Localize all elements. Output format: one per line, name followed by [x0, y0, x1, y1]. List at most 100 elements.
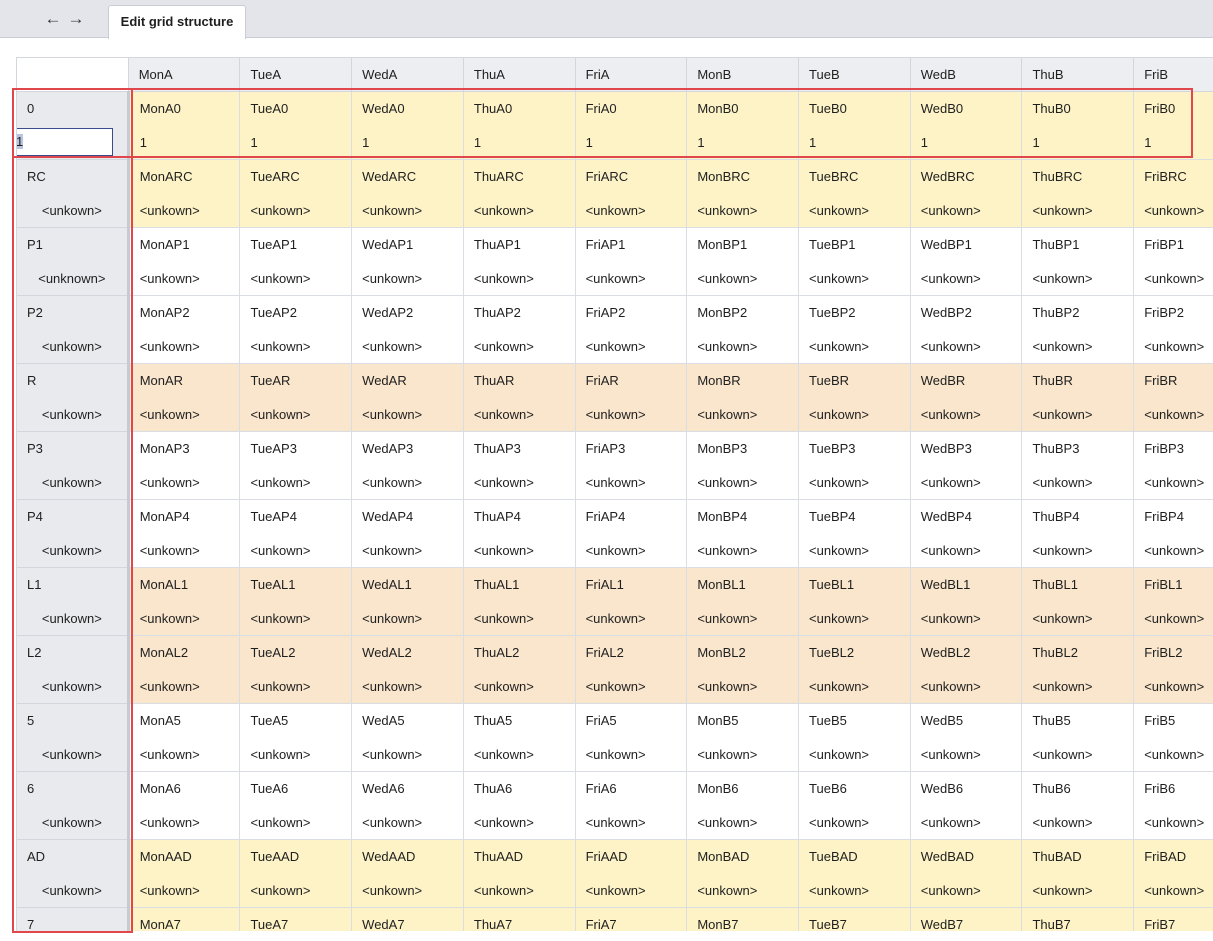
grid-cell-value[interactable]: <unkown>: [1021, 329, 1135, 364]
grid-cell-code[interactable]: FriA0: [574, 91, 688, 126]
grid-cell-value[interactable]: <unkown>: [574, 805, 688, 840]
grid-cell-value[interactable]: 1: [1021, 125, 1135, 160]
grid-cell-value[interactable]: <unkown>: [1021, 805, 1135, 840]
grid-cell-code[interactable]: TueB5: [798, 703, 911, 738]
grid-cell-code[interactable]: ThuB7: [1021, 907, 1135, 931]
grid-cell-value[interactable]: <unkown>: [686, 601, 800, 636]
grid-cell-code[interactable]: MonAAD: [127, 839, 241, 874]
grid-cell-code[interactable]: FriAP3: [574, 431, 688, 466]
column-header[interactable]: TueB: [798, 57, 911, 92]
grid-cell-code[interactable]: TueBP2: [798, 295, 911, 330]
row-header-label[interactable]: 7: [16, 907, 130, 931]
grid-cell-code[interactable]: WedBR: [909, 363, 1023, 398]
row-header-value[interactable]: <unkown>: [16, 465, 130, 500]
grid-cell-code[interactable]: FriA6: [574, 771, 688, 806]
grid-cell-code[interactable]: FriBR: [1133, 363, 1213, 398]
grid-cell-value[interactable]: <unkown>: [798, 329, 911, 364]
grid-cell-code[interactable]: ThuAP1: [462, 227, 576, 262]
row-header-value[interactable]: <unkown>: [16, 601, 130, 636]
grid-cell-code[interactable]: MonBL1: [686, 567, 800, 602]
grid-cell-value[interactable]: <unkown>: [686, 397, 800, 432]
grid-cell-value[interactable]: <unkown>: [351, 397, 464, 432]
grid-cell-value[interactable]: <unkown>: [462, 737, 576, 772]
grid-cell-value[interactable]: <unkown>: [909, 261, 1023, 296]
grid-cell-code[interactable]: TueAP1: [239, 227, 353, 262]
row-header-value[interactable]: <unkown>: [16, 193, 130, 228]
grid-cell-value[interactable]: 1: [909, 125, 1023, 160]
grid-cell-value[interactable]: <unkown>: [239, 737, 353, 772]
grid-cell-code[interactable]: MonBP1: [686, 227, 800, 262]
column-header[interactable]: ThuA: [462, 57, 576, 92]
grid-cell-value[interactable]: <unkown>: [1133, 669, 1213, 704]
grid-cell-code[interactable]: WedB6: [909, 771, 1023, 806]
grid-cell-code[interactable]: TueB0: [798, 91, 911, 126]
grid-cell-code[interactable]: ThuB5: [1021, 703, 1135, 738]
grid-cell-value[interactable]: <unkown>: [1133, 261, 1213, 296]
grid-cell-value[interactable]: <unkown>: [574, 465, 688, 500]
grid-cell-value[interactable]: <unkown>: [351, 737, 464, 772]
grid-cell-code[interactable]: WedAP2: [351, 295, 464, 330]
column-header[interactable]: FriA: [574, 57, 688, 92]
grid-cell-value[interactable]: <unkown>: [798, 465, 911, 500]
grid-cell-code[interactable]: FriBAD: [1133, 839, 1213, 874]
grid-cell-code[interactable]: WedA5: [351, 703, 464, 738]
grid-cell-value[interactable]: <unkown>: [909, 533, 1023, 568]
grid-cell-code[interactable]: TueA5: [239, 703, 353, 738]
grid-cell-value[interactable]: <unkown>: [351, 805, 464, 840]
grid-cell-value[interactable]: <unkown>: [127, 193, 241, 228]
grid-cell-value[interactable]: <unkown>: [1133, 805, 1213, 840]
grid-cell-code[interactable]: ThuBL1: [1021, 567, 1135, 602]
grid-cell-code[interactable]: WedA6: [351, 771, 464, 806]
grid-cell-code[interactable]: MonBRC: [686, 159, 800, 194]
grid-cell-value[interactable]: <unkown>: [239, 465, 353, 500]
grid-cell-value[interactable]: <unkown>: [1133, 873, 1213, 908]
row-header-value[interactable]: <unkown>: [16, 329, 130, 364]
grid-cell-value[interactable]: <unkown>: [351, 533, 464, 568]
grid-cell-code[interactable]: WedAP3: [351, 431, 464, 466]
grid-cell-code[interactable]: MonB0: [686, 91, 800, 126]
grid-cell-code[interactable]: FriA5: [574, 703, 688, 738]
grid-cell-value[interactable]: <unkown>: [239, 669, 353, 704]
grid-cell-value[interactable]: <unkown>: [462, 465, 576, 500]
grid-cell-value[interactable]: <unkown>: [127, 261, 241, 296]
grid-cell-code[interactable]: ThuAP3: [462, 431, 576, 466]
grid-cell-value[interactable]: <unkown>: [462, 805, 576, 840]
grid-cell-code[interactable]: TueA7: [239, 907, 353, 931]
grid-cell-code[interactable]: WedAAD: [351, 839, 464, 874]
column-header[interactable]: FriB: [1133, 57, 1213, 92]
grid-cell-value[interactable]: <unkown>: [798, 261, 911, 296]
grid-cell-value[interactable]: <unkown>: [574, 669, 688, 704]
grid-cell-value[interactable]: <unkown>: [1133, 193, 1213, 228]
grid-cell-value[interactable]: <unkown>: [798, 397, 911, 432]
grid-cell-code[interactable]: WedAP4: [351, 499, 464, 534]
grid-cell-value[interactable]: <unkown>: [1021, 669, 1135, 704]
grid-cell-code[interactable]: FriB0: [1133, 91, 1213, 126]
row-header-label[interactable]: P3: [16, 431, 130, 466]
grid-cell-code[interactable]: ThuAP4: [462, 499, 576, 534]
grid-cell-value[interactable]: <unkown>: [239, 873, 353, 908]
row-header-value[interactable]: <unkown>: [16, 397, 130, 432]
grid-cell-value[interactable]: <unkown>: [798, 873, 911, 908]
grid-cell-value[interactable]: 1: [574, 125, 688, 160]
grid-cell-value[interactable]: <unkown>: [1133, 601, 1213, 636]
grid-cell-value[interactable]: 1: [351, 125, 464, 160]
grid-cell-code[interactable]: ThuBP1: [1021, 227, 1135, 262]
grid-cell-value[interactable]: <unkown>: [686, 329, 800, 364]
grid-cell-code[interactable]: FriAR: [574, 363, 688, 398]
grid-cell-code[interactable]: TueB7: [798, 907, 911, 931]
grid-cell-value[interactable]: <unkown>: [127, 465, 241, 500]
grid-cell-value[interactable]: 1: [798, 125, 911, 160]
grid-cell-value[interactable]: <unkown>: [909, 397, 1023, 432]
grid-cell-value[interactable]: <unkown>: [462, 397, 576, 432]
column-header[interactable]: WedA: [351, 57, 464, 92]
grid-cell-code[interactable]: MonAR: [127, 363, 241, 398]
grid-cell-code[interactable]: FriBP1: [1133, 227, 1213, 262]
grid-cell-code[interactable]: WedB7: [909, 907, 1023, 931]
grid-cell-value[interactable]: <unkown>: [686, 669, 800, 704]
row-header-label[interactable]: AD: [16, 839, 130, 874]
grid-cell-code[interactable]: TueBL1: [798, 567, 911, 602]
grid-cell-value[interactable]: <unkown>: [909, 193, 1023, 228]
grid-cell-value[interactable]: <unkown>: [1133, 533, 1213, 568]
grid-cell-code[interactable]: FriBP2: [1133, 295, 1213, 330]
grid-cell-value[interactable]: <unkown>: [686, 873, 800, 908]
